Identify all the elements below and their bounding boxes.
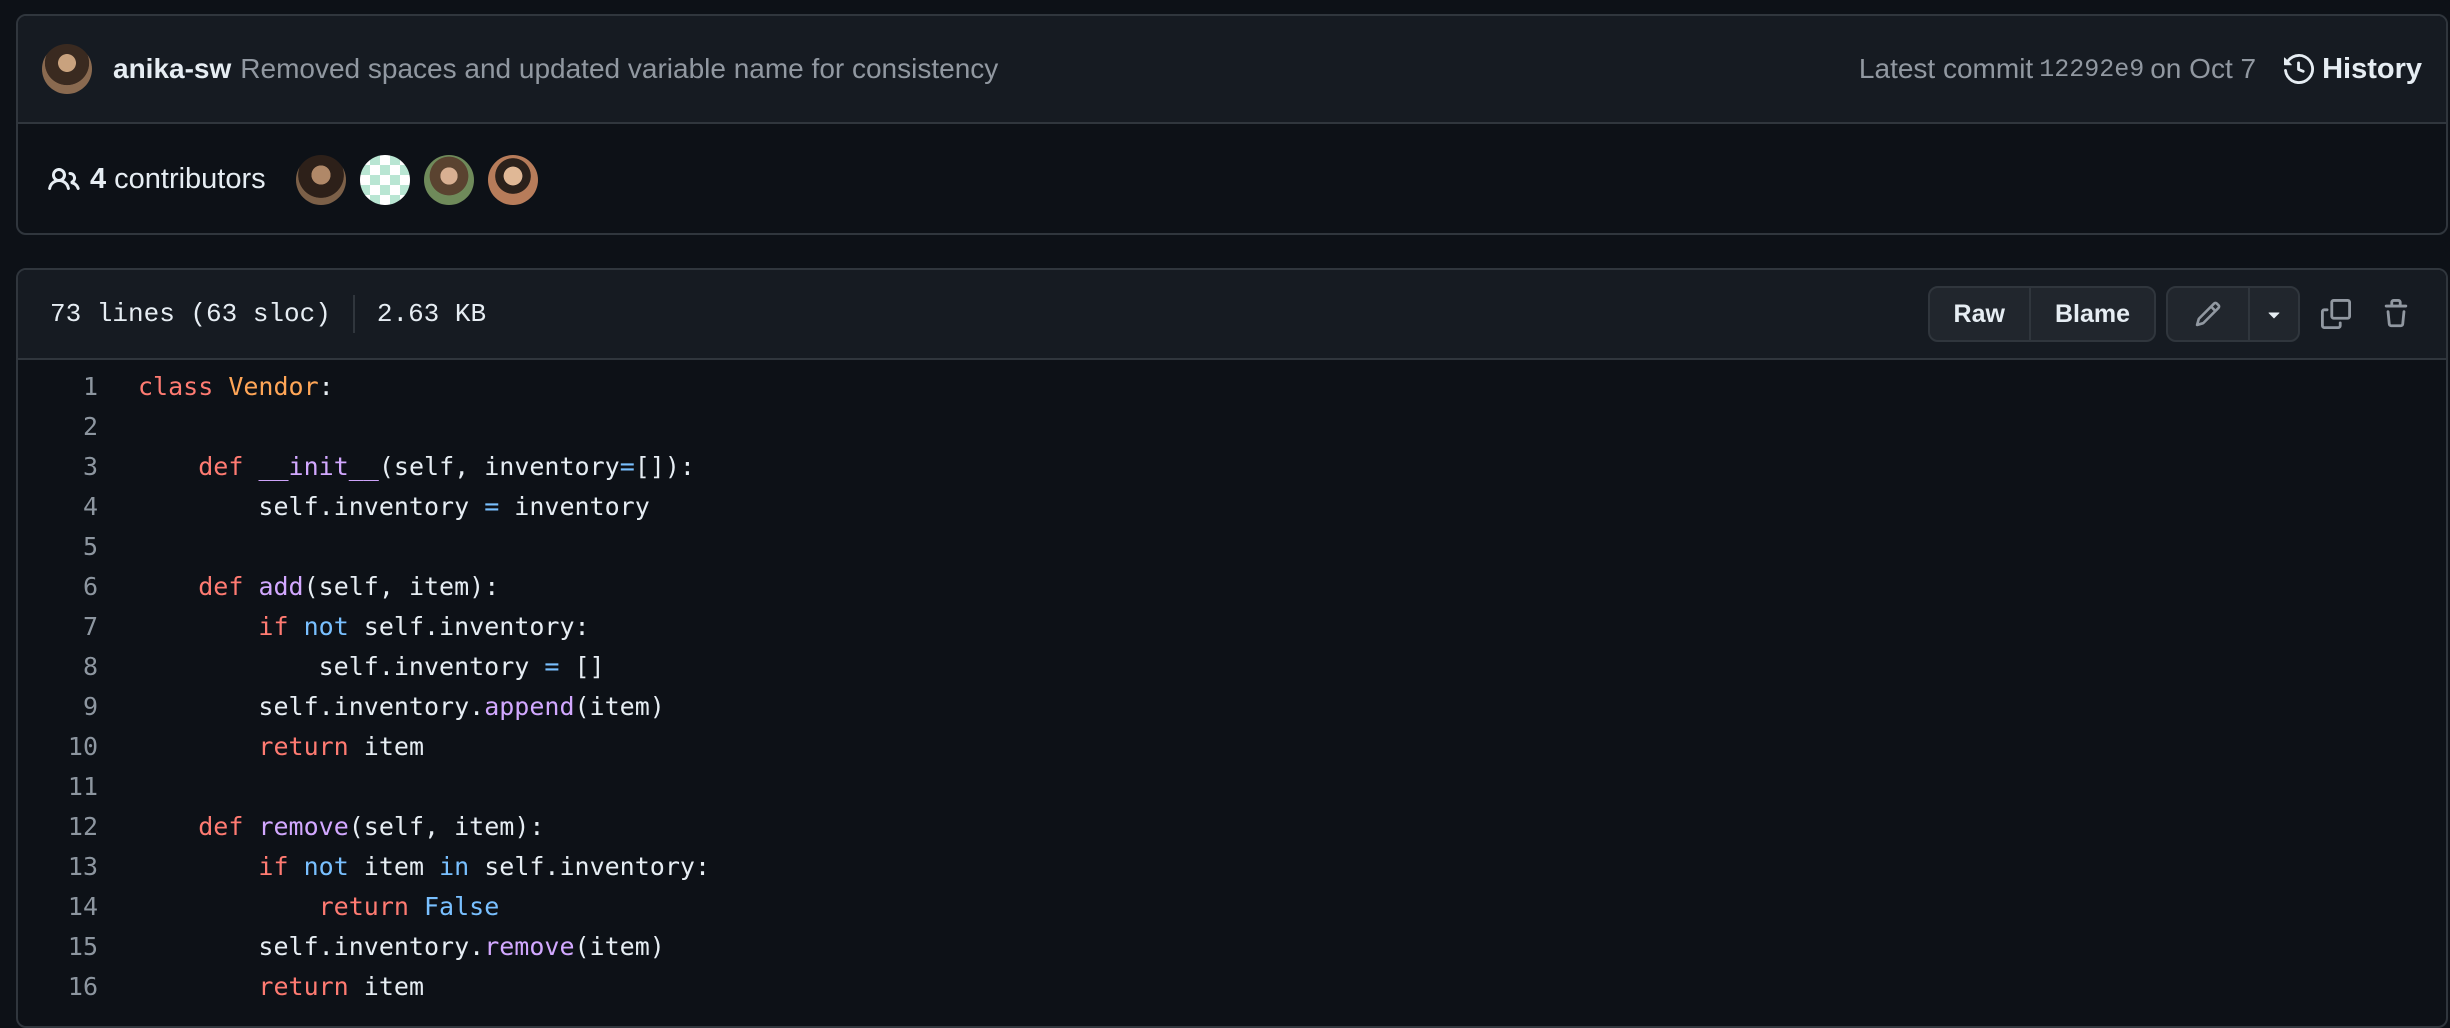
code-text: def __init__(self, inventory=[]): (198, 451, 695, 481)
code-line: 6 def add(self, item): (18, 566, 2446, 606)
code-line: 10 return item (18, 726, 2446, 766)
code-line: 3 def __init__(self, inventory=[]): (18, 446, 2446, 486)
line-number[interactable]: 4 (18, 492, 98, 521)
code-text: return item (258, 971, 424, 1001)
commit-box: anika-sw Removed spaces and updated vari… (16, 14, 2448, 235)
line-number[interactable]: 1 (18, 372, 98, 401)
people-icon (48, 167, 80, 190)
edit-file-button[interactable] (2168, 288, 2248, 340)
code-text: self.inventory = [] (138, 651, 605, 681)
code-line: 1 class Vendor: (18, 366, 2446, 406)
copy-button[interactable] (2306, 286, 2366, 342)
line-number[interactable]: 9 (18, 692, 98, 721)
contributor-avatar[interactable] (487, 154, 538, 205)
history-button[interactable]: History (2284, 53, 2422, 86)
code-line: 5 (18, 526, 2446, 566)
code-line: 11 (18, 766, 2446, 806)
code-line: 4 self.inventory = inventory (18, 486, 2446, 526)
delete-button[interactable] (2366, 286, 2426, 342)
raw-blame-group: Raw Blame (1927, 286, 2156, 342)
code-text: def remove(self, item): (198, 811, 545, 841)
line-number[interactable]: 15 (18, 932, 98, 961)
raw-button[interactable]: Raw (1930, 288, 2029, 340)
edit-dropdown-button[interactable] (2248, 288, 2298, 340)
code-line: 15 self.inventory.remove(item) (18, 926, 2446, 966)
code-text: def add(self, item): (198, 571, 500, 601)
history-icon (2284, 54, 2315, 84)
file-viewer: 73 lines (63 sloc) 2.63 KB Raw Blame 1 c… (16, 268, 2448, 1028)
code-text: class Vendor: (138, 371, 334, 401)
code-line: 9 self.inventory.append(item) (18, 686, 2446, 726)
code-line: 14 return False (18, 886, 2446, 926)
code-view[interactable]: 1 class Vendor: 2 3 def __init__(self, inve… (18, 360, 2446, 1006)
contributor-avatar[interactable] (295, 154, 346, 205)
author-avatar[interactable] (42, 44, 92, 94)
code-line: 16 return item (18, 966, 2446, 1006)
code-line: 8 self.inventory = [] (18, 646, 2446, 686)
line-number[interactable]: 2 (18, 412, 98, 441)
pencil-icon (2195, 301, 2221, 327)
latest-commit-row: anika-sw Removed spaces and updated vari… (18, 16, 2446, 124)
code-text: self.inventory = inventory (138, 491, 650, 521)
line-number[interactable]: 14 (18, 892, 98, 921)
history-label: History (2322, 52, 2422, 85)
line-number[interactable]: 7 (18, 612, 98, 641)
file-lines-info: 73 lines (63 sloc) (50, 299, 331, 329)
commit-author-link[interactable]: anika-sw (113, 53, 231, 85)
contributor-avatars (295, 154, 552, 205)
file-header: 73 lines (63 sloc) 2.63 KB Raw Blame (18, 270, 2446, 360)
contributor-avatar[interactable] (359, 154, 410, 205)
code-text: return item (258, 731, 424, 761)
line-number[interactable]: 10 (18, 732, 98, 761)
line-number[interactable]: 6 (18, 572, 98, 601)
latest-commit-label: Latest commit (1858, 53, 2034, 84)
line-number[interactable]: 16 (18, 972, 98, 1001)
file-size: 2.63 KB (376, 299, 487, 329)
line-number[interactable]: 13 (18, 852, 98, 881)
line-number[interactable]: 8 (18, 652, 98, 681)
contributors-row: 4 contributors (18, 124, 2446, 233)
trash-icon (2384, 299, 2408, 328)
line-number[interactable]: 12 (18, 812, 98, 841)
triangle-down-icon (2268, 312, 2280, 319)
contributors-count: 4 (90, 163, 107, 195)
line-number[interactable]: 5 (18, 532, 98, 561)
code-line: 7 if not self.inventory: (18, 606, 2446, 646)
copy-icon (2321, 299, 2351, 329)
commit-message-link[interactable]: Removed spaces and updated variable name… (240, 53, 998, 85)
code-text: self.inventory.append(item) (138, 691, 665, 721)
code-text: return False (318, 891, 500, 921)
code-text: self.inventory.remove(item) (138, 931, 665, 961)
contributors-label: contributors (114, 163, 266, 195)
divider (352, 295, 355, 333)
commit-sha-link[interactable]: 12292e9 (2039, 55, 2144, 84)
blame-button[interactable]: Blame (2028, 288, 2154, 340)
edit-group (2166, 286, 2300, 342)
code-line: 2 (18, 406, 2446, 446)
code-line: 12 def remove(self, item): (18, 806, 2446, 846)
line-number[interactable]: 11 (18, 772, 98, 801)
line-number[interactable]: 3 (18, 452, 98, 481)
code-text: if not item in self.inventory: (258, 851, 710, 881)
contributor-avatar[interactable] (423, 154, 474, 205)
code-text: if not self.inventory: (258, 611, 590, 641)
code-line: 13 if not item in self.inventory: (18, 846, 2446, 886)
commit-date: on Oct 7 (2150, 53, 2257, 84)
contributors-link[interactable]: 4 contributors (48, 163, 266, 196)
